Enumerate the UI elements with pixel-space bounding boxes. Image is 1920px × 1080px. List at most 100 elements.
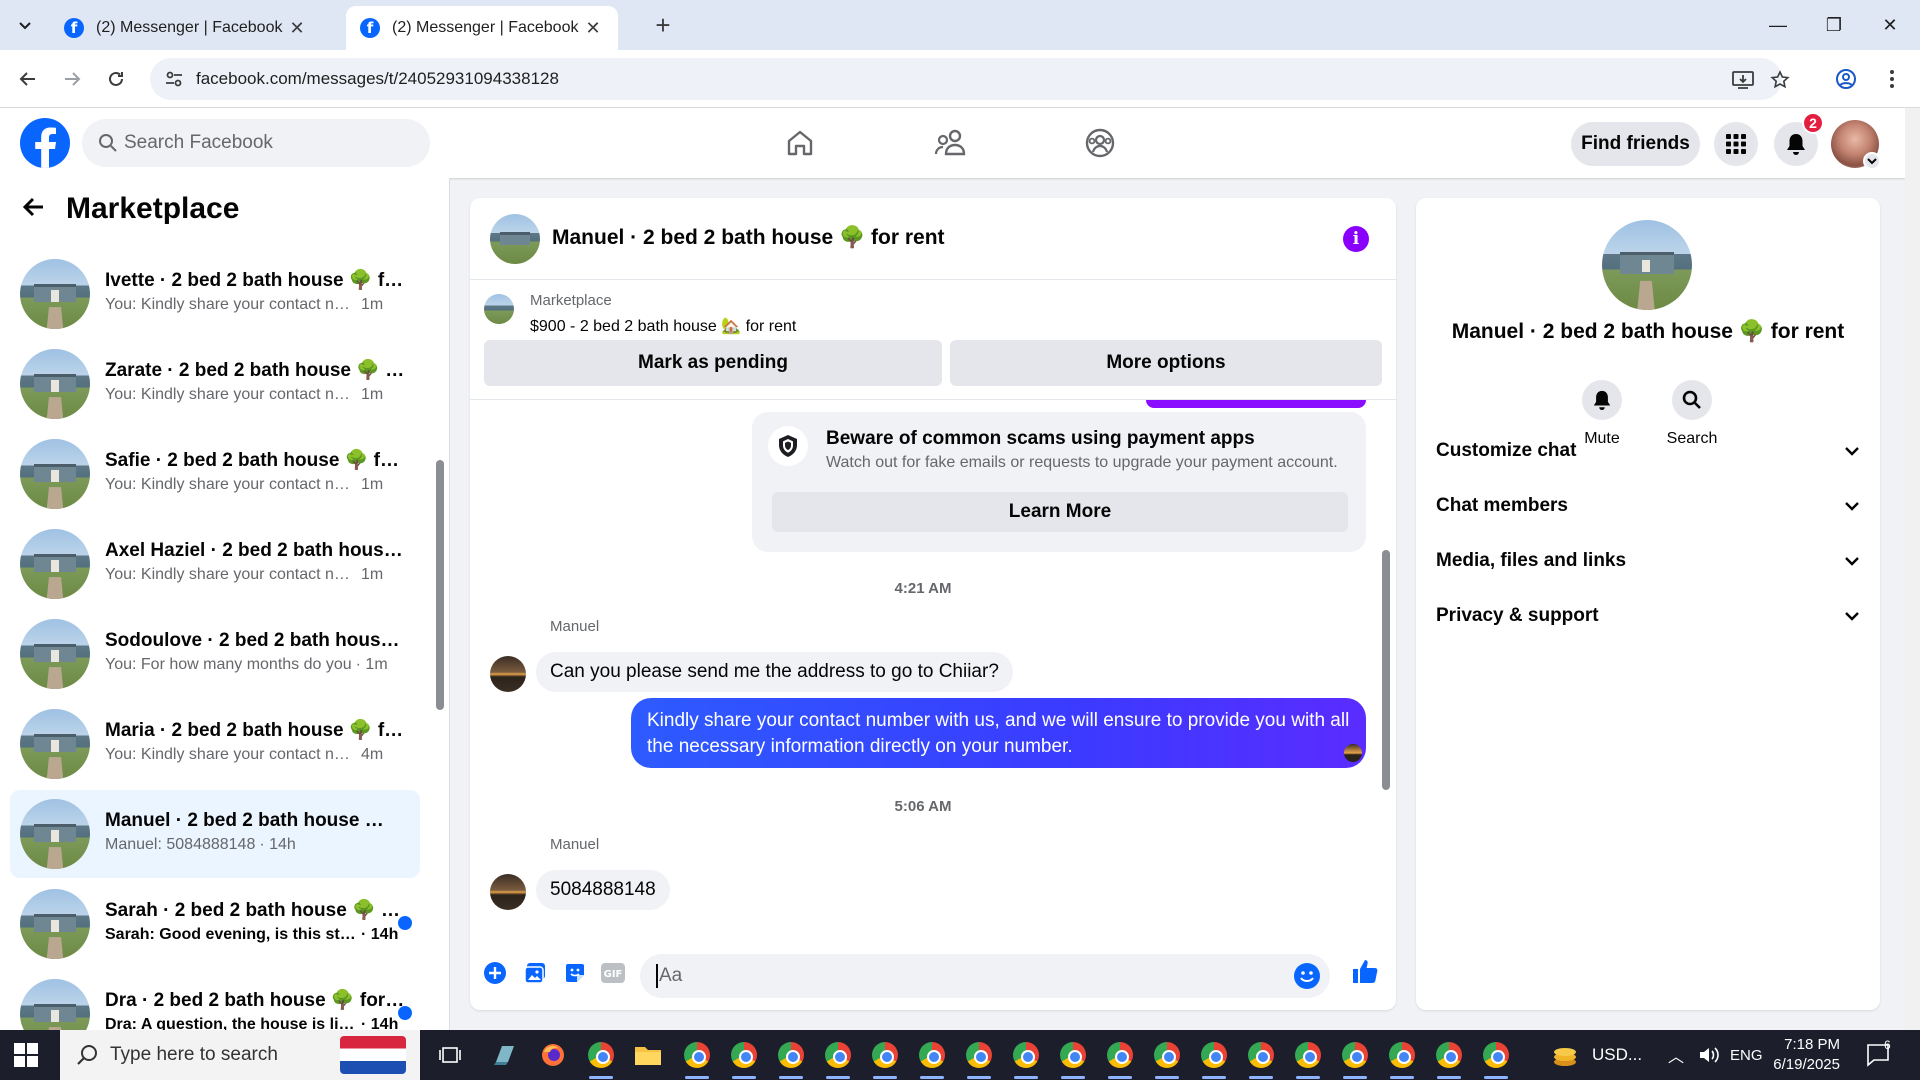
listing-title[interactable]: $900 - 2 bed 2 bath house 🏡 for rent (530, 316, 796, 336)
task-view-icon[interactable] (435, 1040, 465, 1070)
like-thumbs-up-icon[interactable] (1350, 956, 1380, 986)
chat-scrollbar[interactable] (1382, 550, 1390, 790)
address-bar[interactable]: facebook.com/messages/t/2405293109433812… (150, 58, 1790, 100)
conversation-item[interactable]: Zarate · 2 bed 2 bath house 🌳 for rent Y… (10, 340, 420, 428)
back-arrow-icon[interactable] (22, 195, 46, 224)
stock-ticker-text[interactable]: USD... (1592, 1030, 1642, 1080)
browser-menu-icon[interactable] (1876, 63, 1908, 95)
conversation-item[interactable]: Ivette · 2 bed 2 bath house 🌳 for rent Y… (10, 250, 420, 338)
restore-button[interactable]: ❐ (1806, 0, 1862, 50)
learn-more-button[interactable]: Learn More (772, 492, 1348, 532)
sidebar-scrollbar[interactable] (436, 460, 444, 710)
chrome-icon[interactable] (776, 1040, 806, 1070)
info-icon[interactable]: i (1343, 226, 1369, 252)
close-tab-icon[interactable]: ✕ (582, 17, 604, 39)
svg-text:GIF: GIF (604, 969, 623, 980)
conversation-item[interactable]: Sodoulove · 2 bed 2 bath house 🌳 for ren… (10, 610, 420, 698)
incoming-message[interactable]: 5084888148 (536, 870, 670, 910)
chrome-icon[interactable] (1434, 1040, 1464, 1070)
app-icon[interactable] (490, 1040, 520, 1070)
conversation-item[interactable]: Maria · 2 bed 2 bath house 🌳 for rent Yo… (10, 700, 420, 788)
conversation-item[interactable]: Axel Haziel · 2 bed 2 bath house 🌳 for r… (10, 520, 420, 608)
sender-avatar[interactable] (490, 656, 526, 692)
windows-start-icon[interactable] (14, 1043, 38, 1072)
chrome-icon[interactable] (1105, 1040, 1135, 1070)
chrome-icon[interactable] (870, 1040, 900, 1070)
chrome-icon[interactable] (1011, 1040, 1041, 1070)
back-button[interactable] (12, 63, 44, 95)
minimize-button[interactable]: ― (1750, 0, 1806, 50)
home-nav-button[interactable] (782, 125, 818, 161)
emoji-icon[interactable] (1294, 963, 1320, 989)
conversation-item[interactable]: Safie · 2 bed 2 bath house 🌳 for rent Yo… (10, 430, 420, 518)
conversation-item[interactable]: Sarah · 2 bed 2 bath house 🌳 for rent Sa… (10, 880, 420, 968)
groups-nav-button[interactable] (1082, 125, 1118, 161)
chrome-icon[interactable] (1246, 1040, 1276, 1070)
listing-thumbnail (20, 799, 90, 869)
chrome-icon[interactable] (1058, 1040, 1088, 1070)
photo-icon[interactable] (520, 958, 550, 988)
chrome-icon[interactable] (1199, 1040, 1229, 1070)
chrome-icon[interactable] (964, 1040, 994, 1070)
chrome-icon[interactable] (1152, 1040, 1182, 1070)
media-files-links-row[interactable]: Media, files and links (1436, 536, 1860, 586)
chrome-icon[interactable] (1293, 1040, 1323, 1070)
sticker-icon[interactable] (560, 958, 590, 988)
customize-chat-row[interactable]: Customize chat (1436, 426, 1860, 476)
chrome-icon[interactable] (682, 1040, 712, 1070)
account-avatar[interactable] (1831, 120, 1881, 170)
plus-circle-icon[interactable] (480, 958, 510, 988)
facebook-search-input[interactable]: Search Facebook (82, 119, 430, 167)
unread-dot (398, 1006, 412, 1020)
conversation-name: Safie · 2 bed 2 bath house 🌳 for rent (105, 450, 405, 471)
find-friends-button[interactable]: Find friends (1571, 122, 1700, 166)
stocks-widget-icon[interactable] (1550, 1040, 1580, 1070)
chat-listing-avatar[interactable] (490, 214, 540, 264)
chrome-icon[interactable] (729, 1040, 759, 1070)
site-settings-icon[interactable] (164, 69, 184, 94)
news-widget-icon[interactable] (340, 1036, 406, 1074)
privacy-support-row[interactable]: Privacy & support (1436, 591, 1860, 641)
conversation-item-active[interactable]: Manuel · 2 bed 2 bath house 🌳 for rent M… (10, 790, 420, 878)
install-app-icon[interactable] (1732, 70, 1754, 95)
chrome-icon[interactable] (586, 1040, 616, 1070)
chat-members-row[interactable]: Chat members (1436, 481, 1860, 531)
incoming-message[interactable]: Can you please send me the address to go… (536, 652, 1013, 692)
chrome-icon[interactable] (823, 1040, 853, 1070)
more-options-button[interactable]: More options (950, 340, 1382, 386)
bookmark-star-icon[interactable] (1770, 70, 1790, 95)
volume-icon[interactable] (1694, 1040, 1724, 1070)
notification-count: 6 (1884, 1038, 1891, 1052)
message-input[interactable]: Aa (640, 954, 1330, 998)
menu-button[interactable] (1714, 122, 1758, 166)
chrome-icon[interactable] (1340, 1040, 1370, 1070)
new-tab-button[interactable]: + (648, 10, 678, 40)
conversation-item[interactable]: Dra · 2 bed 2 bath house 🌳 for rent Dra:… (10, 970, 420, 1030)
browser-tab-2[interactable]: f (2) Messenger | Facebook ✕ (346, 6, 618, 50)
sender-avatar[interactable] (490, 874, 526, 910)
chrome-icon[interactable] (917, 1040, 947, 1070)
mark-as-pending-button[interactable]: Mark as pending (484, 340, 942, 386)
outgoing-message[interactable]: Kindly share your contact number with us… (631, 698, 1366, 768)
chrome-icon[interactable] (1387, 1040, 1417, 1070)
listing-thumbnail[interactable] (484, 294, 514, 324)
firefox-icon[interactable] (538, 1040, 568, 1070)
tab-search-dropdown[interactable] (10, 10, 40, 40)
conversation-name: Maria · 2 bed 2 bath house 🌳 for rent (105, 720, 405, 741)
listing-thumbnail-large[interactable] (1602, 220, 1692, 310)
chevron-up-icon[interactable]: ︿ (1668, 1030, 1684, 1080)
file-explorer-icon[interactable] (633, 1040, 663, 1070)
friends-nav-button[interactable] (933, 125, 969, 161)
facebook-logo-icon[interactable] (20, 118, 70, 168)
close-window-button[interactable]: ✕ (1862, 0, 1918, 50)
gif-icon[interactable]: GIF (598, 958, 628, 988)
forward-button[interactable] (56, 63, 88, 95)
profile-icon[interactable] (1830, 63, 1862, 95)
chrome-icon[interactable] (1481, 1040, 1511, 1070)
reload-button[interactable] (100, 63, 132, 95)
taskbar-clock[interactable]: 7:18 PM 6/19/2025 (1740, 1035, 1840, 1075)
close-tab-icon[interactable]: ✕ (286, 17, 308, 39)
page-scrollbar[interactable] (1905, 108, 1920, 1030)
browser-tab-1[interactable]: f (2) Messenger | Facebook ✕ (50, 6, 322, 50)
chat-title[interactable]: Manuel · 2 bed 2 bath house 🌳 for rent (552, 226, 945, 250)
